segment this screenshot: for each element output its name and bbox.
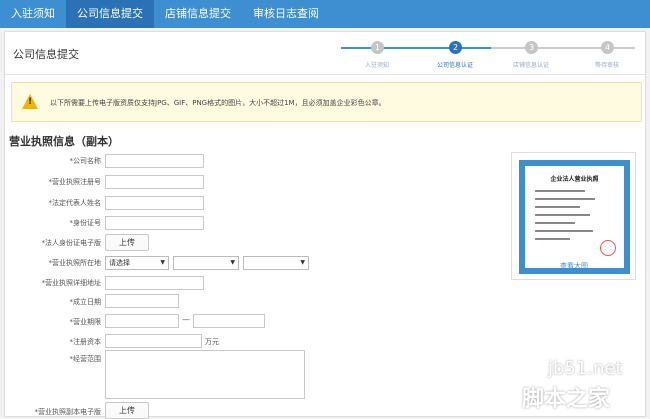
company-name-input[interactable] — [105, 154, 204, 168]
step-3-dot: 3 — [525, 41, 538, 54]
id-photo-label: *法人身份证电子版 — [41, 239, 102, 247]
view-large-image-link[interactable]: 查看大图 — [560, 261, 588, 271]
term-separator: — — [182, 315, 190, 324]
license-location-label: *营业执照所在地 — [48, 259, 102, 267]
scope-label: *经营范围 — [69, 355, 102, 363]
license-text-line — [535, 198, 595, 200]
dropdown-arrow-icon: ▼ — [230, 259, 235, 266]
section-title: 营业执照信息（副本） — [9, 135, 119, 148]
step-2-dot: 2 — [449, 41, 462, 54]
step-4-label: 等待审核 — [594, 62, 620, 69]
notice-text: 以下所需要上传电子版资质仅支持JPG、GIF、PNG格式的图片，大小不超过1M，… — [50, 99, 386, 107]
license-address-input[interactable] — [105, 276, 204, 290]
top-navigation: 入驻须知 公司信息提交 店铺信息提交 审核日志查阅 — [0, 0, 650, 28]
license-frame: 企业法人营业执照 — [519, 160, 630, 274]
id-no-label: *身份证号 — [69, 219, 102, 227]
license-text-line — [535, 222, 575, 224]
tab-store-info[interactable]: 店铺信息提交 — [154, 0, 242, 28]
divider — [5, 74, 645, 75]
established-date-input[interactable] — [105, 294, 179, 308]
tab-join-notice[interactable]: 入驻须知 — [0, 0, 66, 28]
license-text-line — [535, 230, 593, 232]
step-1-label: 入驻须知 — [364, 62, 390, 69]
step-1-dot: 1 — [371, 41, 384, 54]
legal-rep-label: *法定代表人姓名 — [48, 199, 102, 207]
license-text-line — [535, 214, 590, 216]
license-photo-upload-button[interactable]: 上传 — [105, 402, 149, 419]
capital-input[interactable] — [105, 334, 202, 348]
step-line-4 — [565, 47, 635, 49]
license-text-line — [535, 238, 570, 240]
step-3-label: 店铺信息认证 — [512, 62, 550, 69]
capital-unit: 万元 — [205, 338, 219, 346]
dropdown-arrow-icon: ▼ — [300, 259, 305, 266]
warning-icon: ! — [22, 94, 38, 109]
license-title: 企业法人营业执照 — [550, 176, 599, 183]
province-select-value: 请选择 — [109, 259, 130, 267]
dropdown-arrow-icon: ▼ — [160, 259, 165, 266]
watermark-brand: 脚本之家 — [522, 387, 611, 412]
upload-notice: ! 以下所需要上传电子版资质仅支持JPG、GIF、PNG格式的图片，大小不超过1… — [11, 82, 642, 122]
term-label: *营业期限 — [69, 318, 102, 326]
scope-textarea[interactable] — [105, 350, 305, 399]
term-end-input[interactable] — [193, 314, 265, 328]
established-label: *成立日期 — [69, 298, 102, 306]
city-select[interactable]: ▼ — [173, 256, 239, 270]
step-2-label: 公司信息认证 — [436, 62, 474, 69]
tab-audit-log[interactable]: 审核日志查阅 — [242, 0, 330, 28]
license-no-label: *营业执照注册号 — [48, 178, 102, 186]
page-title: 公司信息提交 — [13, 48, 79, 61]
watermark-domain: jb51.net — [548, 358, 623, 379]
term-start-input[interactable] — [105, 314, 179, 328]
license-paper: 企业法人营业执照 — [525, 166, 624, 268]
tab-company-info[interactable]: 公司信息提交 — [66, 0, 154, 28]
district-select[interactable]: ▼ — [243, 256, 309, 270]
company-name-label: *公司名称 — [69, 157, 102, 165]
stamp-icon — [600, 240, 616, 256]
license-no-input[interactable] — [105, 175, 204, 189]
step-4-dot: 4 — [601, 41, 614, 54]
license-text-line — [535, 206, 580, 208]
id-photo-upload-button[interactable]: 上传 — [105, 234, 149, 251]
capital-label: *注册资本 — [69, 338, 102, 346]
license-text-line — [535, 190, 585, 192]
step-progress: 1 2 3 4 入驻须知 公司信息认证 店铺信息认证 等待审核 — [335, 38, 643, 70]
province-select[interactable]: 请选择 ▼ — [105, 256, 169, 270]
license-address-label: *营业执照详细地址 — [41, 279, 102, 287]
id-no-input[interactable] — [105, 216, 204, 230]
legal-rep-input[interactable] — [105, 196, 204, 210]
license-photo-label: *营业执照副本电子版 — [34, 408, 102, 416]
